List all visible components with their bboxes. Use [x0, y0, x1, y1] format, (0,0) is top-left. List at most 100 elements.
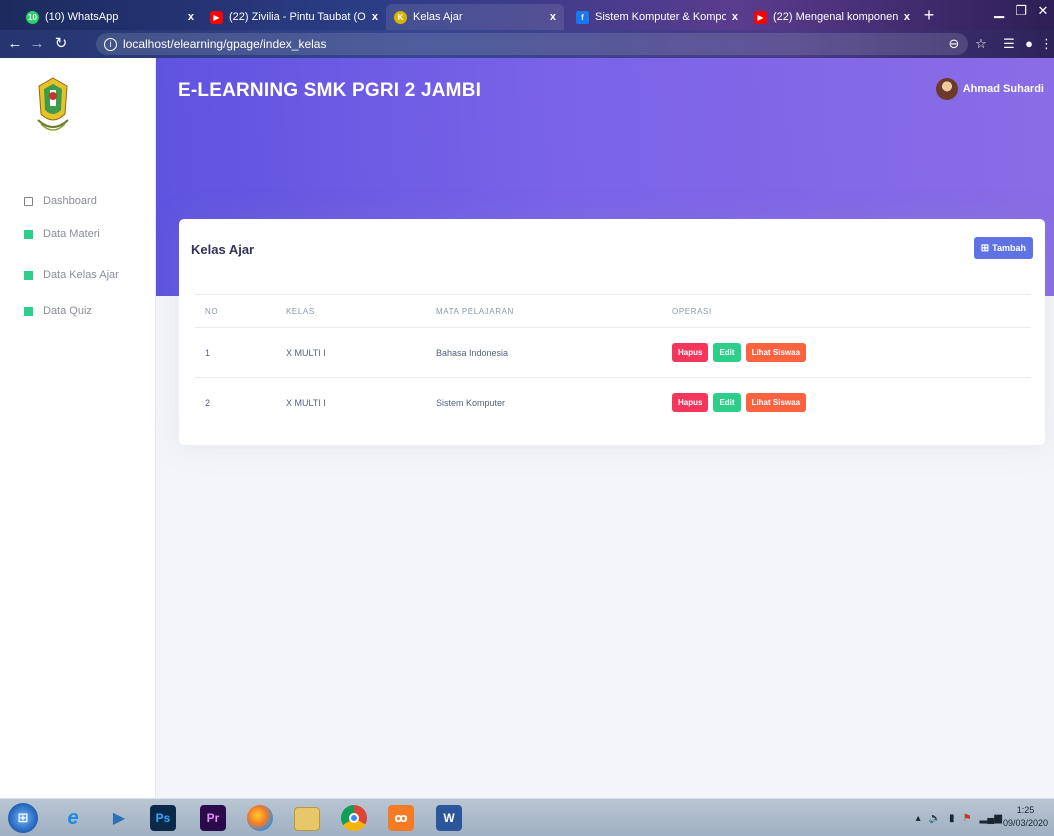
show-hidden-icons-icon[interactable]: ▴	[916, 813, 921, 824]
sidebar-item-data-quiz[interactable]: Data Quiz	[24, 302, 92, 320]
user-name: Ahmad Suhardi	[962, 83, 1044, 95]
file-explorer-icon[interactable]	[294, 807, 320, 831]
cell-mata-pelajaran: Bahasa Indonesia	[436, 327, 672, 378]
column-header-no: NO	[195, 294, 286, 328]
column-header-operasi: OPERASI	[672, 294, 1031, 328]
cell-kelas: X MULTI I	[286, 327, 436, 378]
table-row: 1 X MULTI I Bahasa Indonesia Hapus Edit Li…	[195, 327, 1031, 378]
bookmark-star-icon[interactable]: ☆	[972, 33, 990, 55]
edit-button[interactable]: Edit	[713, 393, 741, 413]
close-icon[interactable]: x	[550, 11, 556, 23]
browser-toolbar: ← → ↻ i localhost/elearning/gpage/index_…	[0, 30, 1054, 58]
alert-flag-icon[interactable]: ⚑	[963, 813, 972, 824]
sidebar-item-label: Data Kelas Ajar	[43, 269, 119, 281]
cell-no: 1	[195, 327, 286, 378]
view-students-button[interactable]: Lihat Siswaa	[745, 343, 807, 362]
tab-youtube-komponen[interactable]: ▶ (22) Mengenal komponen-kom x	[746, 4, 918, 30]
cell-kelas: X MULTI I	[286, 397, 326, 408]
address-bar[interactable]: i localhost/elearning/gpage/index_kelas	[96, 33, 968, 55]
delete-button[interactable]: Hapus	[672, 393, 709, 413]
tab-title: (22) Zivilia - Pintu Taubat (O	[229, 11, 366, 23]
document-icon	[24, 306, 33, 316]
new-tab-button[interactable]: +	[918, 4, 940, 26]
school-logo	[37, 77, 69, 131]
premiere-icon[interactable]: Pr	[200, 805, 226, 831]
zoom-icon[interactable]: ⊖	[945, 33, 963, 55]
table-header-row: NO KELAS MATA PELAJARAN OPERASI	[195, 294, 1031, 328]
card-title: Kelas Ajar	[191, 242, 255, 257]
close-icon[interactable]: x	[904, 11, 910, 23]
photoshop-icon[interactable]: Ps	[150, 805, 176, 831]
whatsapp-icon: 10	[26, 10, 39, 24]
start-button[interactable]: ⊞	[8, 803, 38, 833]
view-students-button[interactable]: Lihat Siswaa	[745, 393, 807, 413]
kelas-ajar-card: Kelas Ajar ⊞ Tambah NO KELAS MATA PELAJA…	[179, 219, 1045, 445]
volume-icon[interactable]: 🔈	[929, 813, 941, 824]
facebook-icon: f	[576, 10, 589, 24]
minimize-icon[interactable]: ▁	[988, 0, 1010, 26]
chrome-icon[interactable]	[341, 805, 367, 831]
maximize-icon[interactable]: ❐	[1010, 0, 1032, 26]
close-icon[interactable]: x	[188, 11, 194, 23]
cell-no: 2	[205, 397, 211, 408]
window-close-icon[interactable]: ✕	[1032, 0, 1054, 26]
sidebar-item-label: Data Materi	[43, 228, 100, 240]
media-player-icon[interactable]: ▶	[104, 803, 134, 833]
system-tray: ▴ 🔈 ▮ ⚑ ▂▄▆	[916, 799, 1002, 836]
clock[interactable]: 1:25 09/03/2020	[1003, 804, 1048, 830]
signal-strength-icon[interactable]: ▂▄▆	[980, 813, 1002, 824]
tab-title: (22) Mengenal komponen-kom	[773, 11, 898, 23]
column-header-mata-pelajaran: MATA PELAJARAN	[436, 294, 672, 328]
page-content: Dashboard Data Materi Data Kelas Ajar Da…	[0, 58, 1054, 798]
add-button[interactable]: ⊞ Tambah	[973, 237, 1033, 259]
windows-logo-icon: ⊞	[17, 810, 29, 825]
xampp-icon[interactable]: ꝏ	[388, 805, 414, 831]
tab-whatsapp[interactable]: 10 (10) WhatsApp x	[18, 4, 202, 30]
word-icon[interactable]: W	[436, 805, 462, 831]
back-arrow-icon[interactable]: ←	[4, 33, 26, 55]
kelas-table: NO KELAS MATA PELAJARAN OPERASI 1 X MULT…	[195, 294, 1031, 428]
plus-square-icon: ⊞	[980, 242, 990, 254]
document-icon	[24, 270, 33, 280]
monitor-icon	[24, 196, 33, 206]
profile-icon[interactable]: ●	[1020, 33, 1038, 55]
close-icon[interactable]: x	[372, 11, 378, 23]
sidebar: Dashboard Data Materi Data Kelas Ajar Da…	[0, 58, 156, 798]
column-header-kelas: KELAS	[286, 294, 436, 328]
forward-arrow-icon[interactable]: →	[26, 33, 48, 55]
network-icon[interactable]: ▮	[949, 813, 955, 824]
sidebar-item-data-kelas-ajar[interactable]: Data Kelas Ajar	[24, 266, 119, 284]
tab-title: Sistem Komputer & Komponen	[595, 11, 726, 23]
document-icon	[24, 229, 33, 239]
sidebar-item-data-materi[interactable]: Data Materi	[24, 225, 100, 243]
tab-youtube-zivilia[interactable]: ▶ (22) Zivilia - Pintu Taubat (O x	[202, 4, 386, 30]
sidebar-item-label: Data Quiz	[43, 305, 92, 317]
tab-title: (10) WhatsApp	[45, 11, 119, 23]
add-button-label: Tambah	[992, 243, 1026, 253]
cell-operasi: Hapus Edit Lihat Siswaa	[672, 327, 1031, 378]
reload-icon[interactable]: ↻	[50, 33, 72, 55]
firefox-icon[interactable]	[247, 805, 273, 831]
page-title: E-LEARNING SMK PGRI 2 JAMBI	[178, 80, 482, 101]
user-menu[interactable]: Ahmad Suhardi	[935, 78, 1044, 100]
tab-title: Kelas Ajar	[413, 11, 463, 23]
internet-explorer-icon[interactable]: e	[58, 803, 88, 833]
tab-kelas-ajar[interactable]: K Kelas Ajar x	[386, 4, 564, 30]
avatar	[935, 78, 958, 100]
info-icon[interactable]: i	[104, 37, 117, 51]
url-text: localhost/elearning/gpage/index_kelas	[123, 37, 327, 51]
youtube-icon: ▶	[754, 10, 767, 24]
sidebar-item-label: Dashboard	[43, 195, 97, 207]
chrome-center-icon	[349, 813, 359, 823]
tab-facebook[interactable]: f Sistem Komputer & Komponen x	[568, 4, 746, 30]
delete-button[interactable]: Hapus	[672, 343, 709, 362]
browser-tab-strip: 10 (10) WhatsApp x ▶ (22) Zivilia - Pint…	[0, 0, 1054, 30]
sidebar-item-dashboard[interactable]: Dashboard	[24, 192, 97, 210]
edit-button[interactable]: Edit	[713, 343, 741, 362]
table-row: 2 X MULTI I Sistem Komputer Hapus Edit Lih…	[195, 378, 1031, 428]
close-icon[interactable]: x	[732, 11, 738, 23]
reading-list-icon[interactable]: ☰	[1000, 33, 1018, 55]
taskbar: ⊞ e ▶ Ps Pr ꝏ W ▴ 🔈 ▮ ⚑ ▂▄▆ 1:25 09/03/2…	[0, 798, 1054, 836]
menu-kebab-icon[interactable]: ⋮	[1040, 33, 1053, 55]
clock-time: 1:25	[1016, 805, 1035, 815]
